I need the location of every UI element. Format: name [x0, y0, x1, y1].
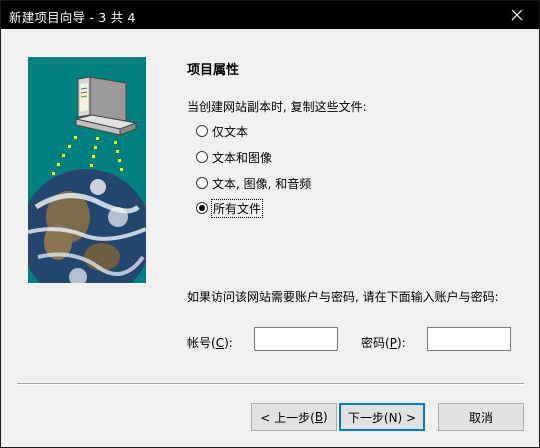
radio-label: 所有文件 — [210, 198, 264, 218]
page-heading: 项目属性 — [187, 63, 240, 78]
credentials-prompt: 如果访问该网站需要账户与密码, 请在下面输入账户与密码: — [187, 290, 499, 304]
radio-label: 文本和图像 — [212, 150, 273, 165]
computer-icon — [75, 76, 138, 136]
next-button[interactable]: 下一步(N) > — [339, 403, 425, 431]
radio-button[interactable] — [196, 177, 208, 189]
radio-label: 文本, 图像, 和音频 — [212, 176, 312, 191]
radio-button[interactable] — [196, 151, 208, 163]
close-button[interactable] — [495, 1, 539, 29]
radio-label: 仅文本 — [212, 124, 249, 139]
back-button[interactable]: < 上一步(B) — [251, 403, 337, 431]
window-title: 新建项目向导 - 3 共 4 — [9, 10, 136, 25]
password-input[interactable] — [427, 327, 511, 351]
earth-globe-icon — [28, 169, 146, 283]
radio-button[interactable] — [196, 125, 208, 137]
cancel-button[interactable]: 取消 — [438, 403, 524, 431]
radio-text-only[interactable]: 仅文本 — [196, 122, 248, 140]
account-label: 帐号(C): — [187, 336, 233, 350]
close-icon — [511, 9, 523, 21]
radio-all-files[interactable]: 所有文件 — [196, 198, 264, 218]
radio-text-images-audio[interactable]: 文本, 图像, 和音频 — [196, 174, 311, 192]
account-input[interactable] — [254, 327, 338, 351]
wizard-window: 新建项目向导 - 3 共 4 项目属性 当创建网站副本时, 复制这些文件: 仅文… — [0, 0, 540, 448]
footer-separator — [17, 383, 524, 385]
radio-button-selected[interactable] — [196, 202, 208, 214]
wizard-illustration — [28, 57, 146, 283]
title-bar[interactable]: 新建项目向导 - 3 共 4 — [1, 1, 539, 29]
password-label: 密码(P): — [361, 336, 406, 350]
copy-files-prompt: 当创建网站副本时, 复制这些文件: — [187, 100, 367, 114]
radio-text-and-images[interactable]: 文本和图像 — [196, 148, 272, 166]
